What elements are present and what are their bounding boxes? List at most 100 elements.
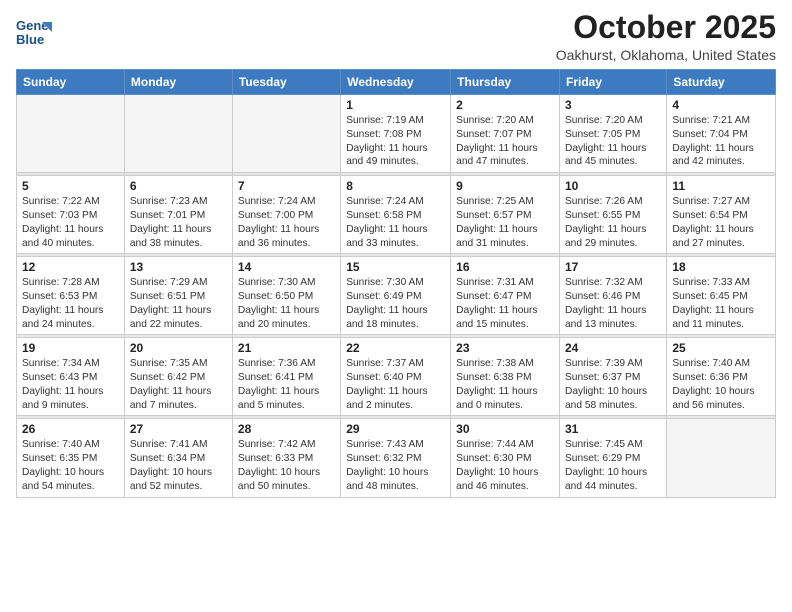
day-number: 12 <box>22 260 119 274</box>
calendar-cell: 22 Sunrise: 7:37 AM Sunset: 6:40 PM Dayli… <box>341 338 451 416</box>
calendar-table: SundayMondayTuesdayWednesdayThursdayFrid… <box>16 69 776 497</box>
day-number: 27 <box>130 422 227 436</box>
day-detail: Sunrise: 7:35 AM Sunset: 6:42 PM Dayligh… <box>130 357 227 412</box>
calendar-cell: 26 Sunrise: 7:40 AM Sunset: 6:35 PM Dayli… <box>17 419 125 497</box>
month-title: October 2025 <box>556 10 776 45</box>
calendar-cell: 29 Sunrise: 7:43 AM Sunset: 6:32 PM Dayli… <box>341 419 451 497</box>
weekday-header-tuesday: Tuesday <box>232 70 340 95</box>
day-detail: Sunrise: 7:39 AM Sunset: 6:37 PM Dayligh… <box>565 357 661 412</box>
weekday-header-thursday: Thursday <box>451 70 560 95</box>
day-detail: Sunrise: 7:37 AM Sunset: 6:40 PM Dayligh… <box>346 357 445 412</box>
day-detail: Sunrise: 7:30 AM Sunset: 6:50 PM Dayligh… <box>238 276 335 331</box>
day-number: 10 <box>565 179 661 193</box>
day-detail: Sunrise: 7:28 AM Sunset: 6:53 PM Dayligh… <box>22 276 119 331</box>
calendar-cell: 9Sunrise: 7:25 AM Sunset: 6:57 PM Daylig… <box>451 176 560 254</box>
day-detail: Sunrise: 7:40 AM Sunset: 6:35 PM Dayligh… <box>22 438 119 493</box>
calendar-cell: 7 Sunrise: 7:24 AM Sunset: 7:00 PM Daylig… <box>232 176 340 254</box>
calendar-cell: 27 Sunrise: 7:41 AM Sunset: 6:34 PM Dayli… <box>124 419 232 497</box>
calendar-cell: 12 Sunrise: 7:28 AM Sunset: 6:53 PM Dayli… <box>17 257 125 335</box>
day-number: 6 <box>130 179 227 193</box>
day-detail: Sunrise: 7:36 AM Sunset: 6:41 PM Dayligh… <box>238 357 335 412</box>
calendar-cell: 30 Sunrise: 7:44 AM Sunset: 6:30 PM Dayli… <box>451 419 560 497</box>
day-detail: Sunrise: 7:43 AM Sunset: 6:32 PM Dayligh… <box>346 438 445 493</box>
day-number: 4 <box>672 98 770 112</box>
day-number: 7 <box>238 179 335 193</box>
calendar-cell: 2 Sunrise: 7:20 AM Sunset: 7:07 PM Daylig… <box>451 95 560 173</box>
day-detail: Sunrise: 7:44 AM Sunset: 6:30 PM Dayligh… <box>456 438 554 493</box>
weekday-header-sunday: Sunday <box>17 70 125 95</box>
logo: General Blue <box>16 14 56 50</box>
calendar-cell: 17Sunrise: 7:32 AM Sunset: 6:46 PM Dayli… <box>560 257 667 335</box>
day-detail: Sunrise: 7:27 AM Sunset: 6:54 PM Dayligh… <box>672 195 770 250</box>
day-number: 29 <box>346 422 445 436</box>
calendar-cell: 3 Sunrise: 7:20 AM Sunset: 7:05 PM Daylig… <box>560 95 667 173</box>
svg-text:Blue: Blue <box>16 32 44 47</box>
day-number: 31 <box>565 422 661 436</box>
calendar-cell: 16Sunrise: 7:31 AM Sunset: 6:47 PM Dayli… <box>451 257 560 335</box>
weekday-header-monday: Monday <box>124 70 232 95</box>
day-number: 3 <box>565 98 661 112</box>
day-number: 16 <box>456 260 554 274</box>
day-number: 2 <box>456 98 554 112</box>
calendar-cell: 23 Sunrise: 7:38 AM Sunset: 6:38 PM Dayli… <box>451 338 560 416</box>
day-number: 9 <box>456 179 554 193</box>
calendar-cell: 24 Sunrise: 7:39 AM Sunset: 6:37 PM Dayli… <box>560 338 667 416</box>
day-number: 20 <box>130 341 227 355</box>
day-number: 5 <box>22 179 119 193</box>
logo-icon: General Blue <box>16 14 52 50</box>
week-row-5: 26 Sunrise: 7:40 AM Sunset: 6:35 PM Dayli… <box>17 419 776 497</box>
day-detail: Sunrise: 7:29 AM Sunset: 6:51 PM Dayligh… <box>130 276 227 331</box>
day-number: 24 <box>565 341 661 355</box>
day-detail: Sunrise: 7:20 AM Sunset: 7:05 PM Dayligh… <box>565 114 661 169</box>
day-detail: Sunrise: 7:21 AM Sunset: 7:04 PM Dayligh… <box>672 114 770 169</box>
day-detail: Sunrise: 7:38 AM Sunset: 6:38 PM Dayligh… <box>456 357 554 412</box>
weekday-header-friday: Friday <box>560 70 667 95</box>
calendar-cell: 6 Sunrise: 7:23 AM Sunset: 7:01 PM Daylig… <box>124 176 232 254</box>
day-number: 19 <box>22 341 119 355</box>
day-detail: Sunrise: 7:34 AM Sunset: 6:43 PM Dayligh… <box>22 357 119 412</box>
calendar-cell <box>17 95 125 173</box>
calendar-cell: 28Sunrise: 7:42 AM Sunset: 6:33 PM Dayli… <box>232 419 340 497</box>
header: General Blue October 2025 Oakhurst, Okla… <box>16 10 776 63</box>
day-number: 13 <box>130 260 227 274</box>
day-number: 8 <box>346 179 445 193</box>
day-number: 26 <box>22 422 119 436</box>
week-row-3: 12 Sunrise: 7:28 AM Sunset: 6:53 PM Dayli… <box>17 257 776 335</box>
day-number: 25 <box>672 341 770 355</box>
calendar-cell <box>667 419 776 497</box>
day-number: 23 <box>456 341 554 355</box>
calendar-cell: 11Sunrise: 7:27 AM Sunset: 6:54 PM Dayli… <box>667 176 776 254</box>
day-detail: Sunrise: 7:24 AM Sunset: 7:00 PM Dayligh… <box>238 195 335 250</box>
day-detail: Sunrise: 7:42 AM Sunset: 6:33 PM Dayligh… <box>238 438 335 493</box>
calendar-cell <box>124 95 232 173</box>
week-row-2: 5 Sunrise: 7:22 AM Sunset: 7:03 PM Daylig… <box>17 176 776 254</box>
calendar-cell: 1Sunrise: 7:19 AM Sunset: 7:08 PM Daylig… <box>341 95 451 173</box>
weekday-header-wednesday: Wednesday <box>341 70 451 95</box>
day-number: 18 <box>672 260 770 274</box>
calendar-cell: 18Sunrise: 7:33 AM Sunset: 6:45 PM Dayli… <box>667 257 776 335</box>
day-detail: Sunrise: 7:24 AM Sunset: 6:58 PM Dayligh… <box>346 195 445 250</box>
day-detail: Sunrise: 7:23 AM Sunset: 7:01 PM Dayligh… <box>130 195 227 250</box>
day-number: 22 <box>346 341 445 355</box>
day-number: 17 <box>565 260 661 274</box>
calendar-cell: 14 Sunrise: 7:30 AM Sunset: 6:50 PM Dayli… <box>232 257 340 335</box>
day-number: 30 <box>456 422 554 436</box>
day-detail: Sunrise: 7:19 AM Sunset: 7:08 PM Dayligh… <box>346 114 445 169</box>
day-detail: Sunrise: 7:22 AM Sunset: 7:03 PM Dayligh… <box>22 195 119 250</box>
day-number: 15 <box>346 260 445 274</box>
day-detail: Sunrise: 7:20 AM Sunset: 7:07 PM Dayligh… <box>456 114 554 169</box>
calendar-cell: 5 Sunrise: 7:22 AM Sunset: 7:03 PM Daylig… <box>17 176 125 254</box>
calendar-cell: 19 Sunrise: 7:34 AM Sunset: 6:43 PM Dayli… <box>17 338 125 416</box>
day-detail: Sunrise: 7:41 AM Sunset: 6:34 PM Dayligh… <box>130 438 227 493</box>
weekday-header-row: SundayMondayTuesdayWednesdayThursdayFrid… <box>17 70 776 95</box>
calendar-cell: 31 Sunrise: 7:45 AM Sunset: 6:29 PM Dayli… <box>560 419 667 497</box>
calendar-cell: 10Sunrise: 7:26 AM Sunset: 6:55 PM Dayli… <box>560 176 667 254</box>
calendar-cell: 4 Sunrise: 7:21 AM Sunset: 7:04 PM Daylig… <box>667 95 776 173</box>
page-container: General Blue October 2025 Oakhurst, Okla… <box>0 0 792 508</box>
calendar-cell <box>232 95 340 173</box>
day-number: 14 <box>238 260 335 274</box>
day-detail: Sunrise: 7:45 AM Sunset: 6:29 PM Dayligh… <box>565 438 661 493</box>
week-row-1: 1Sunrise: 7:19 AM Sunset: 7:08 PM Daylig… <box>17 95 776 173</box>
calendar-cell: 25Sunrise: 7:40 AM Sunset: 6:36 PM Dayli… <box>667 338 776 416</box>
calendar-cell: 20 Sunrise: 7:35 AM Sunset: 6:42 PM Dayli… <box>124 338 232 416</box>
